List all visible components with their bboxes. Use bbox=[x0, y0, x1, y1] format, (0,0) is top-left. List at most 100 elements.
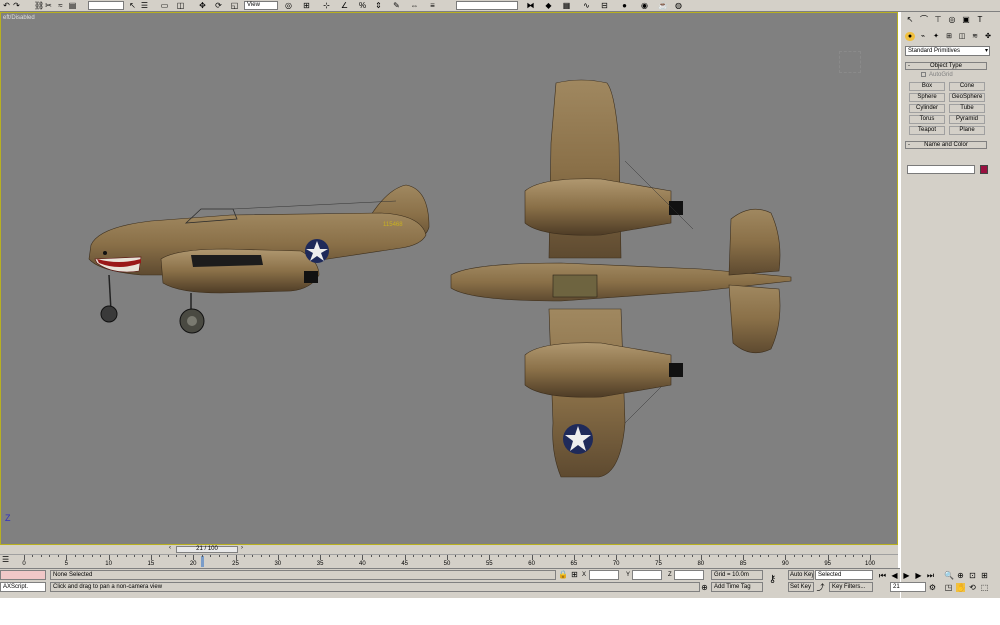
mirror-icon[interactable]: ⇔ bbox=[410, 1, 419, 10]
play-icon[interactable]: ▶ bbox=[902, 571, 911, 580]
aircraft-top-view[interactable] bbox=[450, 79, 792, 478]
render-scene-icon[interactable]: ◉ bbox=[640, 1, 649, 10]
y-coordinate-field[interactable] bbox=[632, 570, 662, 580]
reference-coord-dropdown[interactable]: View bbox=[244, 1, 278, 10]
align-tool-icon[interactable]: ◆ bbox=[544, 1, 553, 10]
angle-snap-icon[interactable]: ∠ bbox=[340, 1, 349, 10]
selection-filter-icon[interactable]: ▤ bbox=[68, 1, 77, 10]
torus-button[interactable]: Torus bbox=[909, 115, 945, 124]
teapot-button[interactable]: Teapot bbox=[909, 126, 945, 135]
named-selection-sets-dropdown[interactable] bbox=[456, 1, 518, 10]
arc-rotate-icon[interactable]: ⟲ bbox=[968, 583, 977, 592]
pivot-icon[interactable]: ◎ bbox=[284, 1, 293, 10]
current-frame-spinner[interactable]: 21 bbox=[890, 582, 926, 592]
key-mode-icon[interactable]: ⤴ bbox=[816, 583, 825, 592]
quick-render-icon[interactable]: ☕ bbox=[658, 1, 668, 10]
maxscript-listener-top[interactable] bbox=[0, 570, 46, 580]
maximize-viewport-icon[interactable]: ⬚ bbox=[980, 583, 989, 592]
aircraft-side-view[interactable]: 115468 bbox=[88, 184, 430, 334]
select-object-icon[interactable]: ↖ bbox=[128, 1, 137, 10]
unlink-icon[interactable]: ✂ bbox=[44, 1, 53, 10]
helpers-icon[interactable]: ◫ bbox=[957, 32, 967, 41]
auto-key-button[interactable]: Auto Key bbox=[788, 570, 814, 580]
geometry-icon[interactable]: ● bbox=[905, 32, 915, 41]
prev-frame-icon[interactable]: ‹ bbox=[169, 545, 171, 551]
object-color-swatch[interactable] bbox=[980, 165, 988, 174]
rectangle-selection-icon[interactable]: ▭ bbox=[160, 1, 169, 10]
mirror-tool-icon[interactable]: ⧓ bbox=[526, 1, 535, 10]
name-and-color-rollout[interactable]: - Name and Color bbox=[905, 141, 987, 149]
geosphere-button[interactable]: GeoSphere bbox=[949, 93, 985, 102]
zoom-extents-icon[interactable]: ⊡ bbox=[968, 571, 977, 580]
goto-start-icon[interactable]: ⏮ bbox=[878, 571, 887, 580]
region-zoom-icon[interactable]: ◳ bbox=[944, 583, 953, 592]
box-button[interactable]: Box bbox=[909, 82, 945, 91]
x-coordinate-field[interactable] bbox=[589, 570, 619, 580]
motion-tab-icon[interactable]: ◎ bbox=[947, 15, 957, 25]
pan-view-icon[interactable]: ✋ bbox=[956, 583, 966, 592]
select-link-icon[interactable]: ⛓ bbox=[34, 1, 44, 10]
pyramid-button[interactable]: Pyramid bbox=[949, 115, 985, 124]
named-selection-icon[interactable]: ✎ bbox=[392, 1, 401, 10]
snap-icon[interactable]: ⊹ bbox=[322, 1, 331, 10]
select-scale-icon[interactable]: ◱ bbox=[230, 1, 239, 10]
shapes-icon[interactable]: ⌁ bbox=[918, 32, 928, 41]
modify-tab-icon[interactable]: ⌒ bbox=[919, 15, 929, 25]
key-mode-dropdown[interactable]: Selected bbox=[815, 570, 873, 580]
set-key-button[interactable]: Set Key bbox=[788, 582, 814, 592]
create-tab-icon[interactable]: ↖ bbox=[905, 15, 915, 25]
tube-button[interactable]: Tube bbox=[949, 104, 985, 113]
zoom-icon[interactable]: 🔍 bbox=[944, 571, 954, 580]
window-crossing-icon[interactable]: ◫ bbox=[176, 1, 185, 10]
z-coordinate-field[interactable] bbox=[674, 570, 704, 580]
autogrid-checkbox[interactable]: AutoGrid bbox=[921, 72, 953, 78]
cylinder-button[interactable]: Cylinder bbox=[909, 104, 945, 113]
add-time-tag-button[interactable]: Add Time Tag bbox=[711, 582, 763, 592]
track-bar-menu-icon[interactable]: ☰ bbox=[2, 555, 9, 564]
selection-filter-dropdown[interactable] bbox=[88, 1, 124, 10]
cone-button[interactable]: Cone bbox=[949, 82, 985, 91]
select-manipulate-icon[interactable]: ⊞ bbox=[302, 1, 311, 10]
prev-key-icon[interactable]: ◀ bbox=[890, 571, 899, 580]
cameras-icon[interactable]: ⊞ bbox=[944, 32, 954, 41]
spinner-snap-icon[interactable]: ⇕ bbox=[374, 1, 383, 10]
curve-editor-icon[interactable]: ∿ bbox=[582, 1, 591, 10]
space-warps-icon[interactable]: ≋ bbox=[970, 32, 980, 41]
time-config-icon[interactable]: ⚙ bbox=[928, 583, 937, 592]
viewport-left[interactable]: eft/Disabled 115468 Z bbox=[0, 12, 898, 545]
object-name-field[interactable] bbox=[907, 165, 975, 174]
primitive-type-dropdown[interactable]: Standard Primitives ▾ bbox=[905, 46, 990, 56]
time-slider[interactable]: 21 / 100 bbox=[176, 546, 238, 553]
select-by-name-icon[interactable]: ☰ bbox=[140, 1, 149, 10]
track-bar[interactable]: ☰ 0 5 10 15 20 25 30 35 40 45 50 55 60 65 70 75 80 85 90 95… bbox=[0, 554, 898, 568]
plane-button[interactable]: Plane bbox=[949, 126, 985, 135]
maxscript-mini-listener[interactable]: AXScript. bbox=[0, 582, 46, 592]
select-move-icon[interactable]: ✥ bbox=[198, 1, 207, 10]
zoom-extents-all-icon[interactable]: ⊞ bbox=[980, 571, 989, 580]
current-frame-marker[interactable] bbox=[200, 556, 204, 567]
goto-end-icon[interactable]: ⏭ bbox=[926, 571, 935, 580]
systems-icon[interactable]: ✤ bbox=[983, 32, 993, 41]
lock-selection-icon[interactable]: 🔒 bbox=[558, 570, 568, 579]
material-editor-icon[interactable]: ● bbox=[620, 1, 629, 10]
zoom-all-icon[interactable]: ⊕ bbox=[956, 571, 965, 580]
next-key-icon[interactable]: ▶ bbox=[914, 571, 923, 580]
bind-spacewarp-icon[interactable]: ≈ bbox=[56, 1, 65, 10]
next-frame-icon[interactable]: › bbox=[241, 545, 243, 551]
absolute-mode-icon[interactable]: ⊞ bbox=[570, 570, 579, 579]
utilities-tab-icon[interactable]: T bbox=[975, 15, 985, 25]
key-icon[interactable]: ⚷ bbox=[768, 575, 777, 585]
redo-icon[interactable]: ↷ bbox=[12, 1, 21, 10]
sphere-button[interactable]: Sphere bbox=[909, 93, 945, 102]
undo-icon[interactable]: ↶ bbox=[2, 1, 11, 10]
lights-icon[interactable]: ✦ bbox=[931, 32, 941, 41]
hierarchy-tab-icon[interactable]: ⊤ bbox=[933, 15, 943, 25]
layer-manager-icon[interactable]: ▦ bbox=[562, 1, 571, 10]
key-filters-button[interactable]: Key Filters... bbox=[829, 582, 873, 592]
percent-snap-icon[interactable]: % bbox=[358, 1, 367, 10]
display-tab-icon[interactable]: ▣ bbox=[961, 15, 971, 25]
select-rotate-icon[interactable]: ⟳ bbox=[214, 1, 223, 10]
render-type-icon[interactable]: ◍ bbox=[674, 1, 683, 10]
align-icon[interactable]: ≡ bbox=[428, 1, 437, 10]
schematic-view-icon[interactable]: ⊟ bbox=[600, 1, 609, 10]
